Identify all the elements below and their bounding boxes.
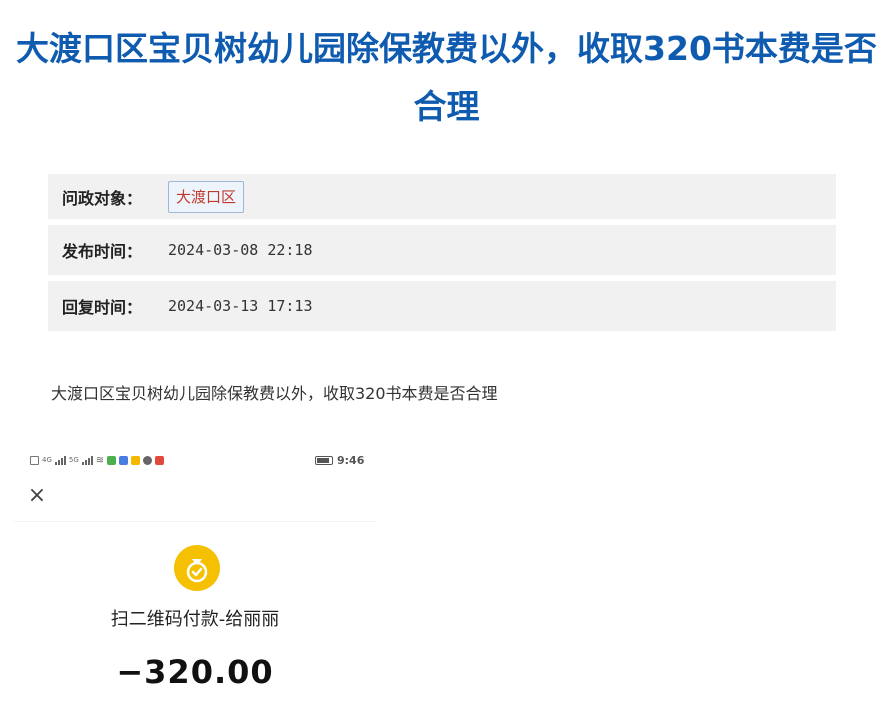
status-bar: 4G 5G ≋ 9:46 — [14, 445, 376, 475]
status-right: 9:46 — [315, 454, 364, 467]
target-tag-link[interactable]: 大渡口区 — [168, 180, 245, 213]
meta-row-reply: 回复时间： 2024-03-13 17:13 — [48, 281, 836, 331]
publish-time: 2024-03-08 22:18 — [168, 241, 313, 259]
content-text: 大渡口区宝贝树幼儿园除保教费以外，收取320书本费是否合理 — [51, 384, 498, 403]
payment-screenshot: 4G 5G ≋ 9:46 × 扫二维码付款-给丽丽 −320.00 — [14, 445, 376, 720]
publish-label: 发布时间： — [62, 242, 143, 261]
target-label: 问政对象： — [62, 188, 143, 208]
reply-label: 回复时间： — [62, 298, 143, 317]
divider — [14, 521, 376, 522]
coin-icon — [174, 545, 220, 591]
chat-icon — [143, 455, 153, 465]
page-title: 大渡口区宝贝树幼儿园除保教费以外，收取320书本费是否合理 — [16, 29, 877, 126]
sim-icon — [30, 455, 39, 465]
app-icon-green — [107, 455, 117, 465]
close-icon[interactable]: × — [26, 485, 48, 507]
wifi-icon: ≋ — [95, 454, 105, 466]
reply-time: 2024-03-13 17:13 — [168, 297, 313, 315]
signal-label-5g: 5G — [68, 456, 79, 464]
signal-icon-2 — [81, 455, 93, 465]
signal-label-4g: 4G — [42, 456, 52, 464]
app-icon-yellow — [131, 455, 141, 465]
meta-row-target: 问政对象： 大渡口区 — [48, 174, 836, 219]
payment-amount: −320.00 — [116, 653, 274, 691]
signal-icon — [54, 455, 66, 465]
app-icon-blue — [119, 455, 129, 465]
status-icons: 4G 5G ≋ — [30, 454, 165, 466]
battery-icon — [315, 456, 333, 465]
payment-label: 扫二维码付款-给丽丽 — [110, 609, 280, 630]
status-time: 9:46 — [337, 454, 365, 467]
app-icon-red — [155, 455, 165, 465]
meta-row-publish: 发布时间： 2024-03-08 22:18 — [48, 225, 836, 275]
